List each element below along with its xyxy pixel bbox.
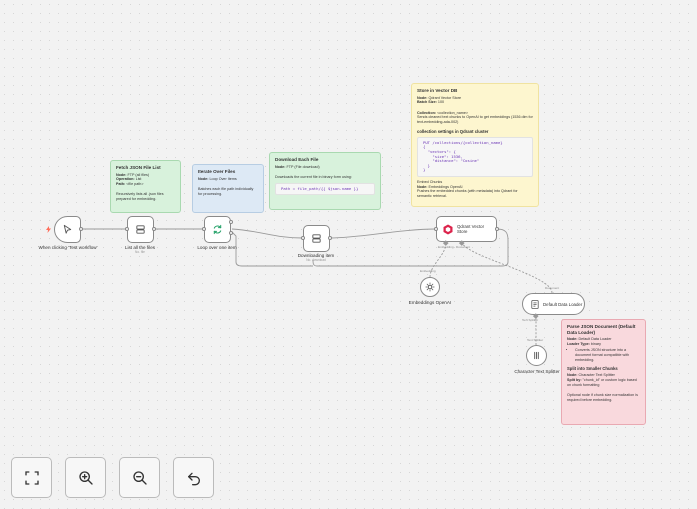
- note-value: Qdrant Vector Store: [428, 95, 462, 100]
- server-icon: [312, 234, 321, 243]
- note-key: Path:: [116, 181, 126, 186]
- output-port[interactable]: [229, 220, 233, 224]
- zoom-in-icon: [78, 470, 93, 485]
- note-key: Node:: [567, 337, 578, 342]
- note-value: <file path>: [126, 181, 144, 186]
- note-code: PUT /collections/{collection_name} { "ve…: [417, 136, 533, 177]
- node-character-text-splitter[interactable]: [526, 345, 547, 366]
- note-value: FTP (File download): [286, 164, 320, 169]
- note-title: Fetch JSON File List: [116, 165, 161, 170]
- note-key: Loader Type:: [567, 341, 590, 346]
- undo-button[interactable]: [173, 457, 214, 498]
- port-tag: Document: [456, 245, 471, 249]
- note-value: <collection_name>: [437, 110, 469, 115]
- output-port[interactable]: [152, 227, 156, 231]
- note-subtitle: Embed Chunks: [417, 179, 443, 184]
- note-title: Store in Vector DB: [417, 88, 458, 93]
- note-title: Iterate Over Files: [198, 169, 236, 174]
- note-bullet: Converts JSON structure into a document …: [575, 348, 640, 362]
- input-port[interactable]: [125, 227, 129, 231]
- node-label: Loop over one item: [197, 245, 237, 250]
- note-description: Optional node if chunk size normalizatio…: [567, 393, 638, 402]
- port-tag: Document: [545, 286, 560, 290]
- note-parse-json-document[interactable]: Parse JSON Document (Default Data Loader…: [561, 319, 646, 425]
- note-value: Embeddings OpenAI: [428, 184, 463, 189]
- note-key: Node:: [198, 176, 209, 181]
- cursor-icon: [63, 224, 72, 234]
- note-title: Parse JSON Document (Default Data Loader…: [567, 324, 636, 335]
- note-description: Pushes the embedded chunks (with metadat…: [417, 189, 518, 198]
- node-embeddings-openai[interactable]: [420, 277, 440, 297]
- note-key: Batch Size:: [417, 100, 437, 105]
- zoom-out-button[interactable]: [119, 457, 160, 498]
- lightning-icon: [46, 226, 51, 233]
- splitter-icon: [534, 351, 539, 360]
- input-port[interactable]: [301, 236, 305, 240]
- note-key: Operation:: [116, 177, 135, 182]
- node-label: Qdrant Vector Store: [457, 224, 485, 234]
- node-sublabel: No. download: [306, 258, 326, 262]
- port-tag: Text Splitter: [522, 318, 539, 322]
- undo-icon: [187, 472, 200, 485]
- document-icon: [531, 299, 539, 309]
- note-key: Node:: [567, 373, 578, 378]
- node-default-data-loader[interactable]: Default Data Loader: [522, 293, 585, 315]
- note-value: Character Text Splitter: [578, 373, 615, 378]
- node-qdrant-vector-store[interactable]: Qdrant Vector Store: [436, 216, 497, 242]
- note-description: Recursively lists all .json files prepar…: [116, 192, 164, 201]
- note-title: Download Each File: [275, 157, 319, 162]
- node-loop-over-items[interactable]: [204, 216, 231, 243]
- note-heading: Split into Smaller Chunks: [567, 366, 618, 372]
- zoom-in-button[interactable]: [65, 457, 106, 498]
- output-port[interactable]: [79, 227, 83, 231]
- note-heading: collection settings in Qdrant cluster: [417, 128, 489, 134]
- node-sublabel: No. file: [135, 250, 145, 254]
- node-label: Embeddings OpenAI: [408, 300, 452, 305]
- note-description: Batches each file path individually for …: [198, 187, 254, 196]
- zoom-out-icon: [132, 470, 147, 485]
- note-key: Node:: [275, 164, 286, 169]
- openai-icon: [425, 282, 435, 292]
- refresh-icon: [213, 224, 222, 235]
- port-tag: Text Splitter: [527, 338, 544, 342]
- input-port[interactable]: [202, 227, 206, 231]
- fit-view-icon: [24, 470, 39, 485]
- note-description: Sends cleaned text chunks to OpenAI to g…: [417, 115, 533, 124]
- note-key: Node:: [417, 184, 428, 189]
- note-value: Default Data Loader: [578, 337, 612, 342]
- note-key: Split by:: [567, 377, 582, 382]
- input-port[interactable]: [434, 227, 438, 231]
- node-label: Character Text Splitter: [514, 369, 560, 374]
- note-value: Loop Over Items: [209, 176, 237, 181]
- note-value: FTP (all files): [127, 172, 150, 177]
- node-downloading-item[interactable]: [303, 225, 330, 252]
- fit-view-button[interactable]: [11, 457, 52, 498]
- note-key: Node:: [116, 172, 127, 177]
- note-fetch-json-file-list[interactable]: Fetch JSON File List Node: FTP (all file…: [110, 160, 181, 213]
- note-iterate-over-files[interactable]: Iterate Over Files Node: Loop Over Items…: [192, 164, 264, 213]
- note-download-each-file[interactable]: Download Each File Node: FTP (File downl…: [269, 152, 381, 210]
- note-value: List: [135, 177, 142, 182]
- node-label: When clicking 'Test workflow': [38, 245, 98, 250]
- port-tag: Embedding: [420, 269, 436, 273]
- note-value: binary: [590, 341, 601, 346]
- port-tag: Embedding: [438, 245, 454, 249]
- note-description: Downloads the current file in binary for…: [275, 175, 352, 180]
- node-manual-trigger[interactable]: [54, 216, 81, 243]
- node-list-files[interactable]: [127, 216, 154, 243]
- note-key: Collection:: [417, 110, 437, 115]
- output-port[interactable]: [328, 236, 332, 240]
- note-code: Path = file_path/{{ $json.name }}: [275, 182, 375, 196]
- qdrant-logo-icon: [443, 224, 453, 234]
- output-port[interactable]: [495, 227, 499, 231]
- server-icon: [136, 225, 145, 234]
- note-store-in-vector-db[interactable]: Store in Vector DB Node: Qdrant Vector S…: [411, 83, 539, 207]
- note-value: 100: [437, 100, 445, 105]
- output-port[interactable]: [229, 231, 233, 235]
- note-key: Node:: [417, 95, 428, 100]
- node-label: Default Data Loader: [543, 301, 583, 307]
